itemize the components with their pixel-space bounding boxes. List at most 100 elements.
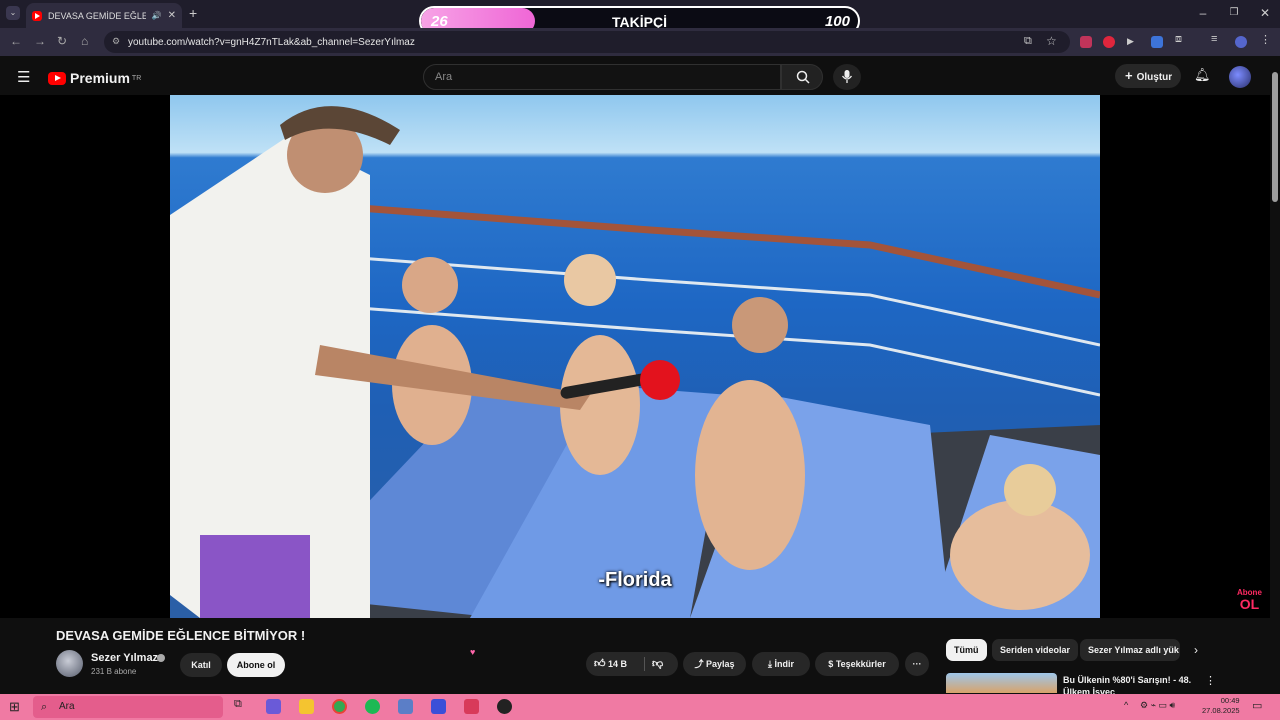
download-icon: ⤓ [768, 659, 772, 669]
close-tab-icon[interactable]: ✕ [168, 10, 176, 21]
extension-icon[interactable] [1080, 36, 1092, 48]
chrome-icon[interactable] [332, 699, 347, 714]
new-tab-plus-icon[interactable]: + [189, 5, 197, 21]
active-tab[interactable]: DEVASA GEMİDE EĞLENCE 🔊 ✕ [26, 3, 182, 28]
profile-icon[interactable] [1235, 36, 1247, 48]
abone-ol-watermark: Abone OL [1237, 588, 1262, 611]
divider [644, 657, 645, 671]
dislike-button-thumbs-down-icon[interactable]: 👎︎ [652, 652, 663, 676]
taskbar-search-placeholder: Ara [59, 701, 75, 712]
video-frame[interactable]: -Florida [170, 95, 1100, 618]
like-count: 14 B [608, 659, 628, 669]
search-button[interactable] [781, 64, 823, 90]
browser-menu-icon[interactable]: ⋮ [1260, 33, 1272, 46]
logo-region: TR [131, 74, 142, 82]
reload-icon[interactable]: ↻ [57, 34, 67, 48]
notification-center-icon[interactable]: ▭ [1252, 699, 1262, 712]
channel-name[interactable]: Sezer Yılmaz [91, 652, 158, 664]
thanks-button[interactable]: $ Teşekkürler [815, 652, 899, 676]
more-actions-button[interactable]: ··· [905, 652, 929, 676]
back-arrow-icon[interactable]: ← [10, 34, 22, 48]
translate-extension-icon[interactable] [1151, 36, 1163, 48]
chip-channel-uploads[interactable]: Sezer Yılmaz adlı yük [1080, 639, 1180, 661]
task-view-icon[interactable]: ⧉ [234, 698, 249, 713]
microphone-icon [841, 70, 853, 83]
app-icon[interactable] [398, 699, 413, 714]
file-explorer-icon[interactable] [299, 699, 314, 714]
download-label: İndir [774, 659, 795, 669]
app-icon[interactable] [431, 699, 446, 714]
chip-series-videos[interactable]: Seriden videolar [992, 639, 1079, 661]
close-window-icon[interactable]: ✕ [1255, 4, 1275, 22]
home-icon[interactable]: ⌂ [81, 34, 88, 48]
subscribe-button[interactable]: Abone ol [227, 653, 285, 677]
app-icon[interactable] [497, 699, 512, 714]
join-button[interactable]: Katıl [180, 653, 222, 677]
watermark-line2: OL [1239, 596, 1260, 612]
account-avatar[interactable] [1229, 66, 1251, 88]
youtube-play-icon [48, 71, 66, 85]
plus-icon: + [1125, 68, 1133, 83]
like-button[interactable]: 👍︎ 14 B [594, 658, 628, 670]
extensions-puzzle-icon[interactable]: ⧈ [1175, 33, 1187, 45]
taskbar-search-input[interactable]: ⌕ Ara [33, 696, 223, 718]
tray-chevron-icon[interactable]: ^ [1124, 700, 1128, 710]
tab-title: DEVASA GEMİDE EĞLENCE [48, 10, 146, 21]
youtube-premium-logo[interactable]: Premium TR [48, 70, 141, 86]
taskbar-search-icon: ⌕ [41, 701, 48, 713]
download-button[interactable]: ⤓ İndir [752, 652, 810, 676]
tray-icons[interactable]: ⚙ ⌁ ▭ 🔊︎ [1140, 700, 1175, 711]
minimize-icon[interactable]: – [1193, 4, 1213, 22]
subscriber-count: 231 B abone [91, 667, 137, 676]
share-button[interactable]: ⤴ Paylaş [683, 652, 746, 676]
extension-icon[interactable] [1103, 36, 1115, 48]
verified-badge-icon [157, 654, 165, 662]
address-bar-row: ← → ↻ ⌂ ⚙ youtube.com/watch?v=gnH4Z7nTLa… [0, 28, 1280, 56]
notifications-bell-icon[interactable]: 🔔︎ [1194, 67, 1211, 83]
chips-next-chevron-icon[interactable]: › [1194, 643, 1198, 657]
spotify-icon[interactable] [365, 699, 380, 714]
video-title: DEVASA GEMİDE EĞLENCE BİTMİYOR ! [56, 628, 306, 643]
share-arrow-icon: ⤴ [694, 659, 704, 669]
video-scene [170, 106, 1100, 618]
copilot-icon[interactable] [266, 699, 281, 714]
url-text: youtube.com/watch?v=gnH4Z7nTLak&ab_chann… [128, 36, 415, 48]
voice-search-button[interactable] [833, 64, 861, 90]
super-thanks-icon: $ [828, 659, 834, 669]
recommended-video-thumbnail[interactable] [946, 673, 1057, 693]
taskbar-clock[interactable]: 00:49 27.08.2025 [1202, 696, 1240, 716]
thanks-label: Teşekkürler [835, 659, 886, 669]
recommended-more-icon[interactable]: ⋮ [1205, 674, 1216, 687]
media-controls-icon[interactable]: ≡ [1211, 33, 1223, 45]
share-label: Paylaş [706, 659, 735, 669]
create-button[interactable]: + Oluştur [1115, 64, 1181, 88]
search-input[interactable]: Ara [423, 64, 781, 90]
forward-arrow-icon[interactable]: → [34, 34, 46, 48]
channel-avatar[interactable] [56, 650, 83, 677]
youtube-header: ☰ Premium TR Ara + Oluştur 🔔︎ [0, 56, 1280, 96]
thumbs-up-icon: 👍︎ [594, 658, 606, 670]
like-dislike-group: 👍︎ 14 B 👎︎ [586, 652, 678, 676]
site-info-icon[interactable]: ⚙ [112, 36, 120, 47]
scrollbar-thumb[interactable] [1272, 72, 1278, 202]
heart-icon: ♥ [470, 647, 476, 657]
restore-icon[interactable]: ❐ [1224, 4, 1244, 22]
audio-playing-icon[interactable]: 🔊 [152, 11, 162, 20]
url-field[interactable]: ⚙ youtube.com/watch?v=gnH4Z7nTLak&ab_cha… [104, 31, 1070, 53]
video-player[interactable]: -Florida [0, 95, 1270, 618]
logo-text: Premium [70, 70, 130, 86]
chip-all[interactable]: Tümü [946, 639, 987, 661]
windows-start-icon[interactable]: ⊞ [9, 699, 20, 715]
install-app-icon[interactable]: ⧉ [1024, 35, 1032, 48]
create-label: Oluştur [1136, 72, 1173, 83]
taskbar: ⊞ ⌕ Ara ⧉ ^ ⚙ ⌁ ▭ 🔊︎ 00:49 27.08.2025 ▭ [0, 694, 1280, 720]
bookmark-star-icon[interactable]: ☆ [1046, 34, 1057, 48]
clock-date: 27.08.2025 [1202, 706, 1240, 715]
youtube-favicon-icon [32, 10, 42, 21]
video-subtitle: -Florida [598, 569, 672, 591]
hamburger-menu-icon[interactable]: ☰ [17, 68, 30, 86]
search-icon [796, 70, 810, 84]
tab-list-chevron-icon[interactable]: ⌄ [6, 6, 20, 20]
extension-play-icon[interactable]: ▶ [1127, 36, 1139, 48]
app-icon[interactable] [464, 699, 479, 714]
